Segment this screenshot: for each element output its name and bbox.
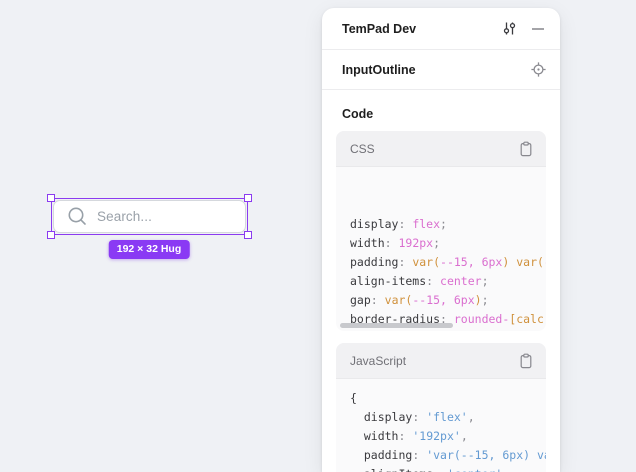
- css-code-card: CSS display: flex;width: 192px;padding: …: [336, 131, 546, 331]
- component-name: InputOutline: [342, 63, 530, 77]
- code-line: {: [350, 389, 532, 408]
- css-card-header[interactable]: CSS: [336, 131, 546, 167]
- code-line: width: 192px;: [350, 234, 532, 253]
- plugin-title: TemPad Dev: [342, 22, 501, 36]
- selection-handle-top-left[interactable]: [47, 194, 55, 202]
- selected-component-row: InputOutline: [322, 50, 560, 90]
- selection-size-badge: 192 × 32 Hug: [109, 240, 190, 259]
- locate-icon[interactable]: [530, 62, 546, 78]
- code-line: gap: var(--15, 6px);: [350, 291, 532, 310]
- code-line: display: flex;: [350, 215, 532, 234]
- magnifier-icon: [67, 206, 88, 227]
- tempad-dev-plugin-panel: TemPad Dev InputOutline: [322, 8, 560, 472]
- plugin-header: TemPad Dev: [322, 8, 560, 50]
- sliders-icon[interactable]: [501, 21, 517, 37]
- selection-handle-bottom-left[interactable]: [47, 231, 55, 239]
- horizontal-scrollbar[interactable]: [340, 323, 453, 328]
- code-line: display: 'flex',: [350, 408, 532, 427]
- code-line: padding: var(--15, 6px) var(--15, 6px);: [350, 253, 532, 272]
- minimize-icon[interactable]: [530, 21, 546, 37]
- code-line: padding: 'var(--15, 6px) var(--15, 6px)'…: [350, 446, 532, 465]
- javascript-code-card: JavaScript { display: 'flex', width: '19…: [336, 343, 546, 472]
- selection-handle-bottom-right[interactable]: [244, 231, 252, 239]
- javascript-card-title: JavaScript: [350, 354, 518, 368]
- javascript-code-body[interactable]: { display: 'flex', width: '192px', paddi…: [336, 379, 546, 472]
- code-line: alignItems: 'center',: [350, 465, 532, 472]
- javascript-card-header[interactable]: JavaScript: [336, 343, 546, 379]
- code-line: border: 1px solid --ui-border-input;: [350, 329, 532, 331]
- selection-handle-top-right[interactable]: [244, 194, 252, 202]
- search-placeholder: Search...: [97, 209, 152, 224]
- css-card-title: CSS: [350, 142, 518, 156]
- code-line: width: '192px',: [350, 427, 532, 446]
- copy-icon[interactable]: [518, 353, 534, 369]
- search-input-component[interactable]: Search...: [53, 200, 246, 233]
- code-section-label: Code: [342, 107, 540, 121]
- css-code-body[interactable]: display: flex;width: 192px;padding: var(…: [336, 167, 546, 331]
- code-line: align-items: center;: [350, 272, 532, 291]
- copy-icon[interactable]: [518, 141, 534, 157]
